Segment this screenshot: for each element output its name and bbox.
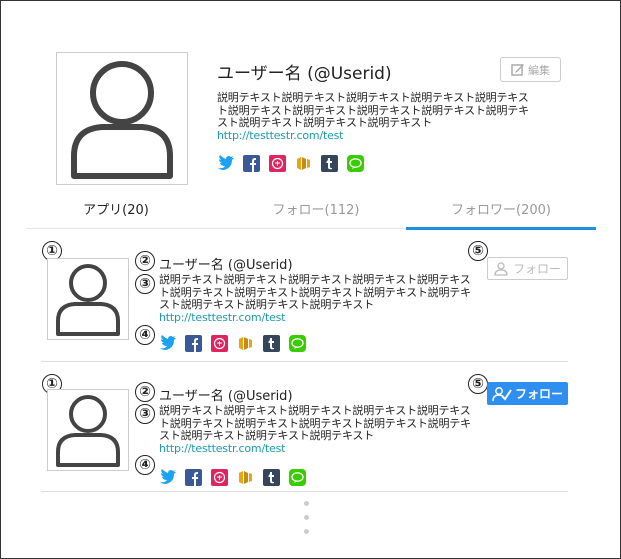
- profile-avatar: [56, 52, 188, 185]
- list-description-text: 説明テキスト説明テキスト説明テキスト説明テキスト説明テキスト説明テキスト説明テキ…: [159, 273, 471, 311]
- sns-red-icon[interactable]: [211, 335, 228, 352]
- marker-social: ④: [135, 325, 155, 345]
- list-description: 説明テキスト説明テキスト説明テキスト説明テキスト説明テキスト説明テキスト説明テキ…: [159, 404, 474, 455]
- list-social-icons: [159, 469, 306, 486]
- profile-description: 説明テキスト説明テキスト説明テキスト説明テキスト説明テキスト説明テキスト説明テキ…: [217, 91, 539, 142]
- marker-follow-button: ⑤: [468, 374, 488, 394]
- marker-name: ②: [135, 251, 155, 271]
- page-frame: ユーザー名 (@Userid) 編集 説明テキスト説明テキスト説明テキスト説明テ…: [0, 0, 621, 559]
- list-user-name[interactable]: ユーザー名 (@Userid): [159, 254, 293, 273]
- marker-description: ③: [135, 404, 155, 424]
- tumblr-icon[interactable]: [321, 155, 338, 172]
- twitter-icon[interactable]: [159, 469, 176, 486]
- loading-dot: [304, 501, 309, 506]
- tab-following[interactable]: フォロー(112): [226, 198, 406, 228]
- tumblr-icon[interactable]: [263, 469, 280, 486]
- sns-orange-icon[interactable]: [237, 335, 254, 352]
- follow-label: フォロー: [514, 387, 563, 401]
- list-link[interactable]: http://testtestr.com/test: [159, 442, 285, 455]
- line-icon[interactable]: [289, 469, 306, 486]
- marker-follow-button: ⑤: [468, 241, 488, 261]
- edit-label: 編集: [528, 63, 550, 77]
- sns-orange-icon[interactable]: [295, 155, 312, 172]
- loading-dot: [304, 515, 309, 520]
- tab-apps[interactable]: アプリ(20): [26, 198, 206, 228]
- user-silhouette-icon: [56, 264, 120, 336]
- sns-red-icon[interactable]: [211, 469, 228, 486]
- twitter-icon[interactable]: [217, 155, 234, 172]
- marker-name: ②: [135, 382, 155, 402]
- edit-button[interactable]: 編集: [500, 57, 561, 82]
- list-divider: [41, 491, 568, 492]
- facebook-icon[interactable]: [185, 469, 202, 486]
- loading-dot: [304, 529, 309, 534]
- marker-social: ④: [135, 455, 155, 475]
- profile-link[interactable]: http://testtestr.com/test: [217, 129, 343, 142]
- tumblr-icon[interactable]: [263, 335, 280, 352]
- list-user-name[interactable]: ユーザー名 (@Userid): [159, 385, 293, 404]
- follow-button[interactable]: フォロー: [487, 257, 568, 280]
- follow-label: フォロー: [512, 262, 561, 276]
- profile-name: ユーザー名 (@Userid): [217, 64, 392, 84]
- edit-icon: [511, 64, 524, 76]
- facebook-icon[interactable]: [243, 155, 260, 172]
- marker-description: ③: [135, 274, 155, 294]
- user-silhouette-icon: [71, 61, 173, 179]
- profile-description-text: 説明テキスト説明テキスト説明テキスト説明テキスト説明テキスト説明テキスト説明テキ…: [217, 91, 529, 129]
- list-description: 説明テキスト説明テキスト説明テキスト説明テキスト説明テキスト説明テキスト説明テキ…: [159, 273, 474, 324]
- list-avatar[interactable]: [47, 389, 129, 471]
- user-check-icon: [492, 386, 512, 401]
- user-silhouette-icon: [56, 395, 120, 467]
- add-user-icon: [494, 261, 508, 276]
- list-description-text: 説明テキスト説明テキスト説明テキスト説明テキスト説明テキスト説明テキスト説明テキ…: [159, 404, 471, 442]
- list-avatar[interactable]: [47, 258, 129, 340]
- tab-followers[interactable]: フォロワー(200): [406, 198, 596, 228]
- facebook-icon[interactable]: [185, 335, 202, 352]
- profile-social-icons: [217, 155, 364, 172]
- tab-active-indicator: [406, 227, 596, 230]
- twitter-icon[interactable]: [159, 335, 176, 352]
- sns-orange-icon[interactable]: [237, 469, 254, 486]
- following-button[interactable]: フォロー: [487, 382, 568, 405]
- list-link[interactable]: http://testtestr.com/test: [159, 311, 285, 324]
- tab-bar: アプリ(20) フォロー(112) フォロワー(200): [26, 198, 596, 230]
- list-social-icons: [159, 335, 306, 352]
- line-icon[interactable]: [347, 155, 364, 172]
- sns-red-icon[interactable]: [269, 155, 286, 172]
- list-divider: [41, 361, 568, 362]
- line-icon[interactable]: [289, 335, 306, 352]
